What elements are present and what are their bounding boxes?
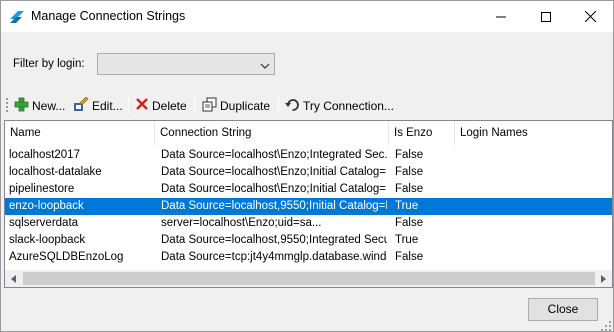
app-logo-icon — [9, 10, 25, 24]
table-row[interactable]: localhost-datalake Data Source=localhost… — [5, 164, 612, 181]
try-connection-button[interactable]: Try Connection... — [283, 95, 396, 116]
duplicate-button[interactable]: Duplicate — [200, 95, 272, 116]
cell-connection-string: Data Source=localhost\Enzo;Initial Catal… — [161, 166, 387, 178]
maximize-button[interactable] — [523, 1, 568, 32]
column-header-login-names[interactable]: Login Names — [455, 121, 612, 145]
table-row[interactable]: sqlserverdata server=localhost\Enzo;uid=… — [5, 215, 612, 232]
list-header: Name Connection String Is Enzo Login Nam… — [5, 121, 612, 145]
cell-connection-string: Data Source=localhost\Enzo;Initial Catal… — [161, 183, 387, 195]
cell-login-names — [457, 249, 612, 266]
filter-by-login-dropdown[interactable] — [97, 53, 275, 75]
table-row[interactable]: slack-loopback Data Source=localhost,955… — [5, 232, 612, 249]
close-window-button[interactable] — [568, 1, 613, 32]
filter-label: Filter by login: — [13, 58, 85, 70]
toolbar-grip-icon — [6, 98, 9, 112]
try-connection-label: Try Connection... — [303, 98, 394, 113]
manage-connection-strings-window: Manage Connection Strings Filter by logi… — [0, 0, 614, 332]
new-label: New... — [32, 98, 66, 113]
cell-login-names — [457, 181, 612, 198]
cell-login-names — [457, 215, 612, 232]
filter-panel: Filter by login: — [1, 32, 613, 93]
cell-is-enzo: False — [395, 183, 424, 195]
toolbar-separator — [194, 97, 195, 113]
column-header-is-enzo[interactable]: Is Enzo — [389, 121, 455, 145]
cell-connection-string: Data Source=localhost,9550;Integrated Se… — [161, 234, 387, 246]
cell-name: pipelinestore — [9, 183, 75, 195]
new-button[interactable]: New... — [12, 95, 67, 116]
refresh-icon — [285, 97, 300, 115]
minimize-button[interactable] — [478, 1, 523, 32]
column-header-name[interactable]: Name — [5, 121, 155, 145]
column-header-connection-string[interactable]: Connection String — [155, 121, 389, 145]
delete-button[interactable]: Delete — [133, 95, 189, 116]
cell-login-names — [457, 232, 612, 249]
cell-is-enzo: True — [395, 200, 419, 212]
horizontal-scrollbar[interactable] — [5, 270, 612, 287]
cell-name: sqlserverdata — [9, 217, 79, 229]
title-bar[interactable]: Manage Connection Strings — [1, 1, 613, 32]
dialog-footer: Close — [1, 288, 613, 331]
cell-login-names — [457, 198, 612, 215]
table-row-selected[interactable]: enzo-loopback Data Source=localhost,9550… — [5, 198, 612, 215]
cell-name: localhost-datalake — [9, 166, 102, 178]
edit-button[interactable]: Edit... — [71, 95, 125, 116]
duplicate-icon — [202, 97, 217, 115]
edit-icon — [73, 96, 89, 115]
cell-is-enzo: False — [395, 149, 424, 161]
cell-is-enzo: False — [395, 166, 424, 178]
cell-name: localhost2017 — [9, 149, 80, 161]
add-icon — [14, 97, 29, 115]
cell-is-enzo: False — [395, 217, 424, 229]
duplicate-label: Duplicate — [220, 98, 271, 113]
minimize-icon — [495, 12, 506, 22]
delete-x-icon — [135, 97, 149, 114]
window-title: Manage Connection Strings — [31, 9, 186, 23]
cell-connection-string: server=localhost\Enzo;uid=sa... — [161, 217, 322, 229]
cell-is-enzo: True — [395, 234, 419, 246]
cell-login-names — [457, 147, 612, 164]
chevron-down-icon — [260, 59, 270, 73]
toolbar: New... Edit... Delete Duplicate Try Conn… — [1, 93, 613, 118]
resize-grip-icon[interactable] — [601, 320, 611, 331]
scroll-left-icon[interactable] — [5, 270, 22, 287]
cell-is-enzo: False — [395, 251, 424, 263]
table-row[interactable]: localhost2017 Data Source=localhost\Enzo… — [5, 147, 612, 164]
edit-label: Edit... — [92, 98, 123, 113]
cell-name: AzureSQLDBEnzoLog — [9, 251, 124, 263]
toolbar-separator — [278, 97, 279, 113]
scroll-right-icon[interactable] — [595, 270, 612, 287]
toolbar-separator — [128, 97, 129, 113]
cell-name: enzo-loopback — [9, 200, 84, 212]
cell-name: slack-loopback — [9, 234, 86, 246]
connection-strings-list[interactable]: Name Connection String Is Enzo Login Nam… — [4, 120, 613, 288]
table-row[interactable]: AzureSQLDBEnzoLog Data Source=tcp:jt4y4m… — [5, 249, 612, 266]
close-button[interactable]: Close — [528, 298, 598, 321]
cell-connection-string: Data Source=localhost,9550;Initial Catal… — [161, 200, 387, 212]
scrollbar-thumb[interactable] — [23, 272, 595, 285]
cell-connection-string: Data Source=tcp:jt4y4mmglp.database.wind… — [161, 251, 387, 263]
delete-label: Delete — [152, 98, 187, 113]
table-row[interactable]: pipelinestore Data Source=localhost\Enzo… — [5, 181, 612, 198]
maximize-icon — [540, 11, 551, 22]
cell-connection-string: Data Source=localhost\Enzo;Integrated Se… — [161, 149, 387, 161]
close-icon — [585, 11, 596, 22]
cell-login-names — [457, 164, 612, 181]
